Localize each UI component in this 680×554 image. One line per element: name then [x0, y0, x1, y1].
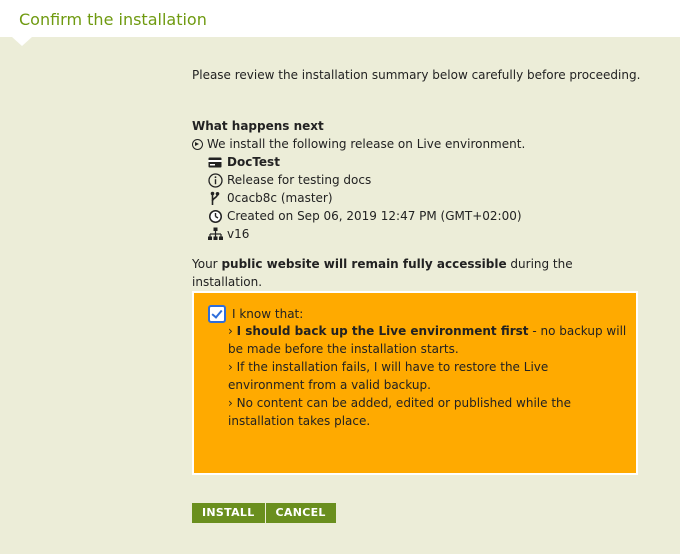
bullet-chevron: › — [228, 360, 233, 374]
page-title: Confirm the installation — [19, 10, 207, 29]
condition-text: If the installation fails, I will have t… — [228, 360, 549, 392]
bullet-chevron: › — [228, 396, 233, 410]
acknowledge-row[interactable]: I know that: — [208, 305, 303, 323]
card-icon — [207, 154, 223, 170]
next-description-text: We install the following release on Live… — [207, 137, 526, 151]
header-pointer — [12, 37, 32, 46]
accessibility-notice: Your public website will remain fully ac… — [192, 255, 612, 291]
acknowledge-checkbox[interactable] — [208, 305, 226, 323]
condition-bold: I should back up the Live environment fi… — [236, 324, 529, 338]
acknowledge-label: I know that: — [232, 307, 304, 321]
info-icon — [207, 172, 223, 188]
release-version: v16 — [227, 227, 250, 241]
notice-bold: public website will remain fully accessi… — [221, 257, 507, 271]
intro-text: Please review the installation summary b… — [192, 68, 641, 82]
branch-icon — [207, 190, 223, 206]
condition-item: › I should back up the Live environment … — [228, 322, 628, 358]
clock-icon — [207, 208, 223, 224]
page-header: Confirm the installation — [0, 0, 680, 37]
cancel-button[interactable]: CANCEL — [265, 503, 337, 523]
release-name: DocTest — [227, 155, 280, 169]
release-commit-row: 0cacb8c (master) — [207, 189, 522, 207]
release-commit: 0cacb8c (master) — [227, 191, 333, 205]
condition-item: › If the installation fails, I will have… — [228, 358, 628, 394]
next-description: We install the following release on Live… — [192, 135, 525, 153]
release-created-row: Created on Sep 06, 2019 12:47 PM (GMT+02… — [207, 207, 522, 225]
conditions-list: › I should back up the Live environment … — [228, 322, 628, 430]
release-name-row: DocTest — [207, 153, 522, 171]
condition-item: › No content can be added, edited or pub… — [228, 394, 628, 430]
release-created: Created on Sep 06, 2019 12:47 PM (GMT+02… — [227, 209, 522, 223]
sitemap-icon — [207, 226, 223, 242]
install-button[interactable]: INSTALL — [192, 503, 266, 523]
release-details: DocTest Release for testing docs 0cacb8c… — [207, 153, 522, 243]
notice-prefix: Your — [192, 257, 222, 271]
action-buttons: INSTALL CANCEL — [192, 503, 337, 523]
release-description-row: Release for testing docs — [207, 171, 522, 189]
release-version-row: v16 — [207, 225, 522, 243]
condition-text: No content can be added, edited or publi… — [228, 396, 572, 428]
acknowledgement-box: I know that: › I should back up the Live… — [192, 291, 638, 475]
bullet-chevron: › — [228, 324, 233, 338]
arrow-circle-icon — [192, 138, 203, 150]
release-description: Release for testing docs — [227, 173, 372, 187]
next-heading: What happens next — [192, 119, 324, 133]
